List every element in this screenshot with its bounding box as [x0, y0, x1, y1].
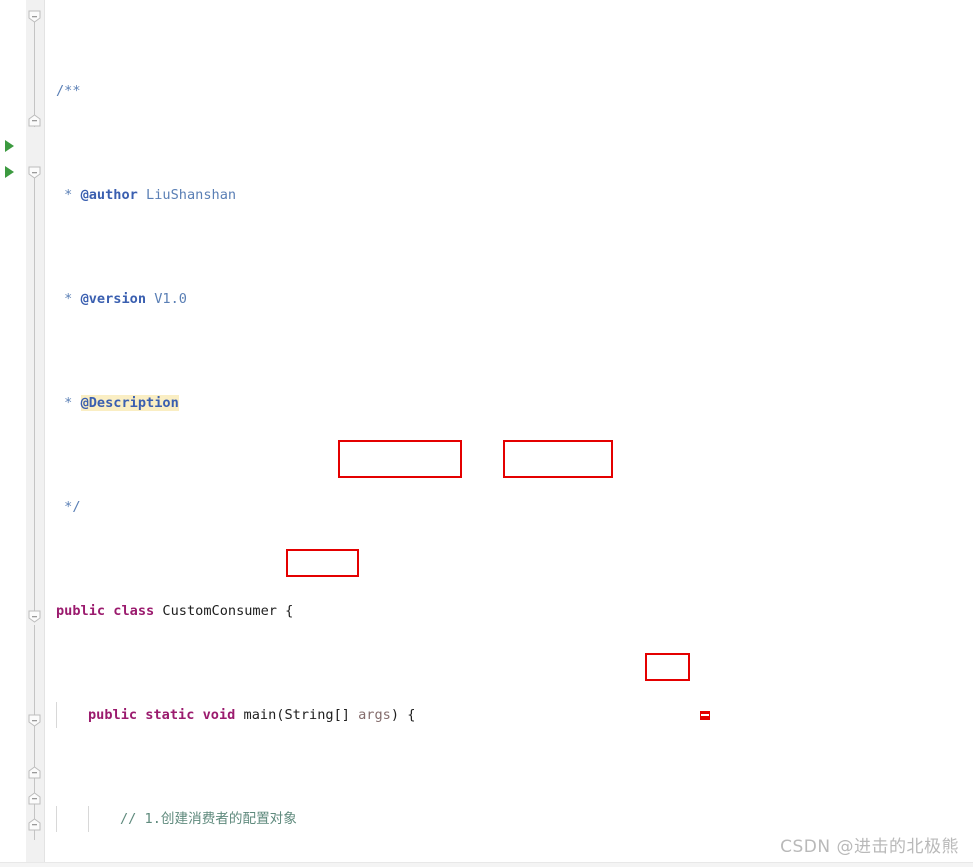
javadoc-author-tag: @author	[80, 187, 138, 203]
method-name-main: main	[243, 707, 277, 723]
fold-connector-javadoc	[34, 14, 35, 127]
fold-marker-javadoc-open[interactable]	[28, 8, 41, 23]
fold-connector-while	[34, 625, 35, 840]
code-content[interactable]: /** * @author LiuShanshan * @version V1.…	[44, 0, 973, 867]
fold-marker-main-end[interactable]	[28, 816, 41, 831]
line-tail: ) {	[390, 707, 416, 723]
run-class-icon[interactable]	[5, 140, 14, 152]
javadoc-star: *	[56, 187, 81, 203]
javadoc-star: *	[56, 291, 81, 307]
code-editor[interactable]: /** * @author LiuShanshan * @version V1.…	[0, 0, 973, 867]
javadoc-open: /**	[56, 83, 81, 99]
javadoc-close: */	[56, 499, 81, 515]
code-line-5[interactable]: */	[44, 494, 973, 520]
editor-bottom-bar	[0, 862, 973, 867]
comment-create-config: // 1.创建消费者的配置对象	[120, 811, 297, 827]
fold-marker-for-end[interactable]	[28, 764, 41, 779]
kw-void: void	[202, 707, 236, 723]
code-line-6[interactable]: public class CustomConsumer {	[44, 598, 973, 624]
fold-marker-for-open[interactable]	[28, 712, 41, 727]
run-main-method-icon[interactable]	[5, 166, 14, 178]
fold-connector-method	[34, 178, 35, 618]
param-type: (String[]	[276, 707, 359, 723]
fold-marker-javadoc-end[interactable]	[28, 112, 41, 127]
javadoc-star: *	[56, 395, 81, 411]
javadoc-version-tag: @version	[80, 291, 147, 307]
editor-gutter	[0, 0, 26, 867]
param-args: args	[358, 707, 391, 723]
javadoc-version-value: V1.0	[146, 291, 187, 307]
javadoc-author-value: LiuShanshan	[137, 187, 237, 203]
fold-marker-while-end[interactable]	[28, 790, 41, 805]
code-line-4[interactable]: * @Description	[44, 390, 973, 416]
javadoc-description-tag: @Description	[80, 395, 179, 411]
code-folding-strip[interactable]	[26, 0, 45, 867]
code-line-1[interactable]: /**	[44, 78, 973, 104]
kw-public: public	[56, 603, 106, 619]
code-line-3[interactable]: * @version V1.0	[44, 286, 973, 312]
kw-class: class	[113, 603, 155, 619]
class-name: CustomConsumer	[162, 603, 277, 619]
fold-marker-main-open[interactable]	[28, 164, 41, 179]
kw-static: static	[145, 707, 195, 723]
fold-marker-while-open[interactable]	[28, 608, 41, 623]
for-loop-fold-flag-icon[interactable]	[700, 711, 710, 720]
brace: {	[285, 603, 294, 619]
code-line-7[interactable]: public static void main(String[] args) {	[44, 702, 973, 728]
kw-public: public	[88, 707, 138, 723]
code-line-2[interactable]: * @author LiuShanshan	[44, 182, 973, 208]
csdn-watermark: CSDN @进击的北极熊	[780, 837, 959, 857]
code-line-8[interactable]: // 1.创建消费者的配置对象	[44, 806, 973, 832]
